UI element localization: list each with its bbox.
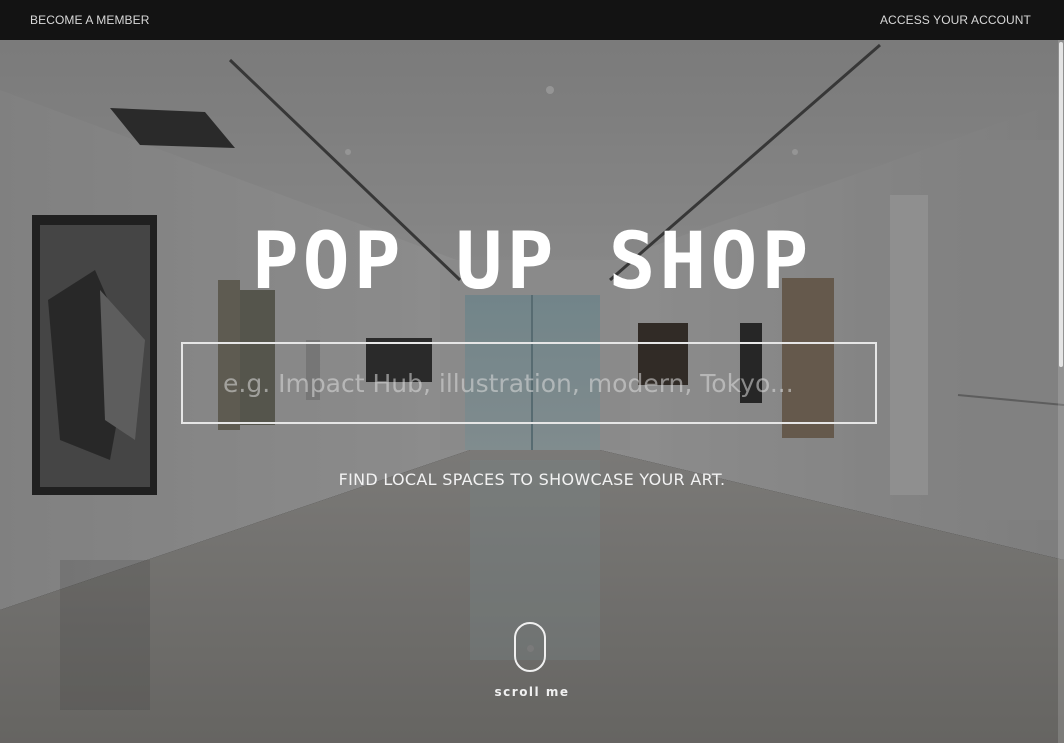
page: BECOME A MEMBER ACCESS YOUR ACCOUNT POP …	[0, 0, 1064, 743]
mouse-wheel-dot	[527, 645, 534, 652]
scrollbar-thumb[interactable]	[1059, 42, 1063, 367]
mouse-scroll-icon[interactable]	[514, 622, 546, 672]
become-member-link[interactable]: BECOME A MEMBER	[30, 13, 150, 27]
search-box	[181, 342, 877, 424]
top-nav: BECOME A MEMBER ACCESS YOUR ACCOUNT	[0, 0, 1064, 40]
scroll-indicator[interactable]: scroll me	[0, 622, 1064, 699]
access-account-link[interactable]: ACCESS YOUR ACCOUNT	[880, 13, 1031, 27]
hero-tagline: FIND LOCAL SPACES TO SHOWCASE YOUR ART.	[338, 470, 726, 489]
search-input[interactable]	[183, 344, 875, 422]
scroll-label: scroll me	[494, 685, 570, 699]
hero-title: POP UP SHOP	[251, 217, 813, 307]
